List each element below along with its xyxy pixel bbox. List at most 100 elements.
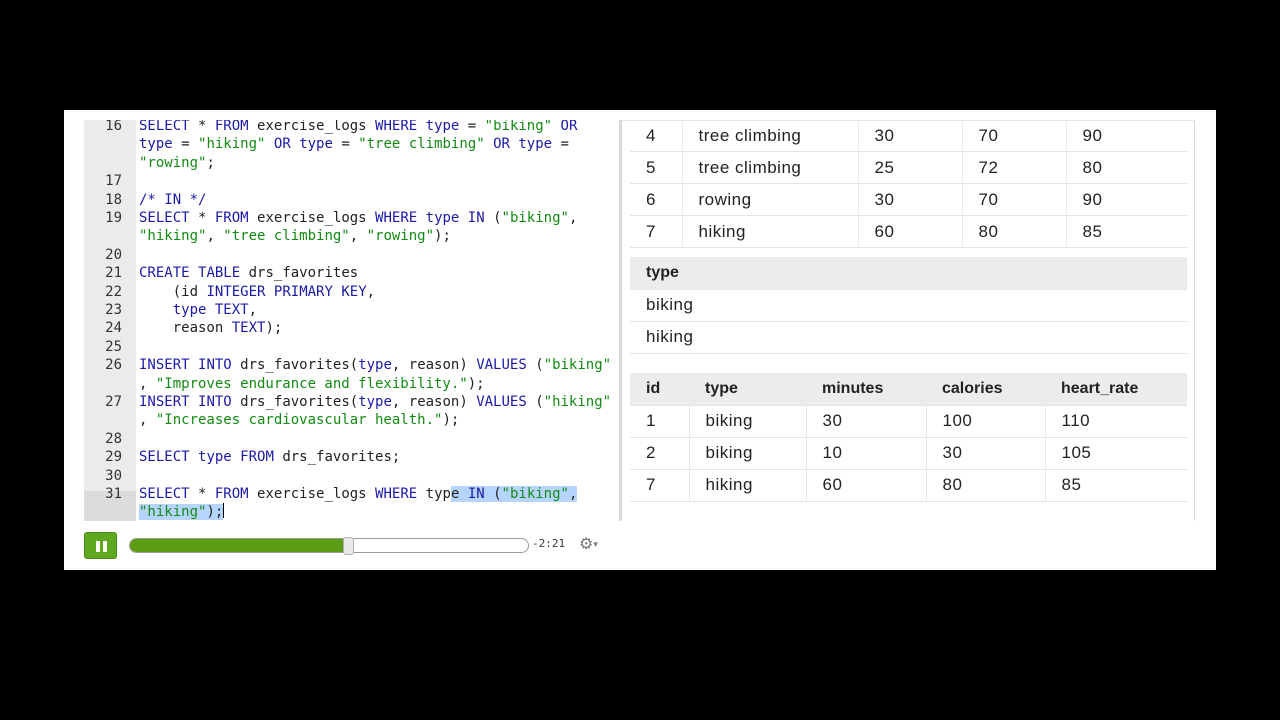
table-cell: 80: [1066, 151, 1187, 184]
code-line[interactable]: type = "hiking" OR type = "tree climbing…: [84, 135, 619, 153]
code-line[interactable]: 31 SELECT * FROM exercise_logs WHERE type…: [84, 485, 619, 503]
code-line[interactable]: 23 type TEXT,: [84, 301, 619, 319]
table-cell: 70: [962, 121, 1067, 152]
table-cell: 72: [962, 151, 1067, 184]
table-cell: 2: [630, 436, 690, 469]
table-row: 2 biking 10 30 105: [630, 436, 1187, 469]
results-table-exercise-logs-all: 4 tree climbing 30 70 90 5 tree climbing 25 72 80…: [630, 121, 1187, 248]
table-cell: 10: [806, 436, 927, 469]
line-number: 23: [105, 302, 122, 318]
line-text: SELECT * FROM exercise_logs WHERE type =…: [139, 120, 578, 134]
column-header-calories: calories: [926, 373, 1045, 405]
line-number: 18: [105, 191, 122, 208]
table-cell: 60: [806, 468, 927, 502]
line-number: 29: [105, 449, 122, 466]
line-text: SELECT * FROM exercise_logs WHERE type I…: [139, 486, 578, 502]
table-cell: tree climbing: [682, 121, 859, 152]
column-header-type: type: [630, 257, 1187, 289]
code-line[interactable]: 27 INSERT INTO drs_favorites(type, reason…: [84, 393, 619, 411]
code-editor[interactable]: 16 SELECT * FROM exercise_logs WHERE type…: [84, 120, 619, 521]
progress-track[interactable]: [129, 538, 529, 553]
line-number: 28: [105, 430, 122, 447]
line-text: SELECT * FROM exercise_logs WHERE type I…: [139, 210, 578, 226]
line-number: 20: [105, 246, 122, 263]
table-row: 7 hiking 60 80 85: [630, 468, 1187, 502]
table-row: 6 rowing 30 70 90: [630, 183, 1187, 216]
code-line[interactable]: 18 /* IN */: [84, 191, 619, 209]
line-number: 16: [105, 120, 122, 134]
table-cell: 7: [630, 468, 690, 502]
table-cell: 85: [1066, 215, 1187, 248]
line-text: CREATE TABLE drs_favorites: [139, 265, 359, 282]
line-text: "hiking", "tree climbing", "rowing");: [139, 228, 451, 245]
table-cell: 6: [630, 183, 683, 216]
code-line[interactable]: "rowing";: [84, 154, 619, 172]
line-number: 22: [105, 283, 122, 300]
results-table-favorites-type: type biking hiking: [630, 257, 1187, 354]
code-line[interactable]: "hiking", "tree climbing", "rowing");: [84, 227, 619, 245]
line-text: INSERT INTO drs_favorites(type, reason) …: [139, 357, 612, 374]
line-number: 19: [105, 210, 122, 226]
table-row: 5 tree climbing 25 72 80: [630, 151, 1187, 184]
line-number: 21: [105, 265, 122, 282]
table-cell: hiking: [682, 215, 859, 248]
line-number: 31: [105, 486, 122, 502]
code-line[interactable]: , "Increases cardiovascular health.");: [84, 411, 619, 429]
line-text: "rowing";: [139, 154, 215, 171]
table-row: biking: [630, 288, 1187, 321]
table-cell: biking: [689, 404, 807, 437]
code-line[interactable]: 21 CREATE TABLE drs_favorites: [84, 264, 619, 282]
progress-thumb[interactable]: [342, 537, 354, 555]
chevron-down-icon: ▾: [593, 539, 598, 549]
line-text: (id INTEGER PRIMARY KEY,: [139, 283, 376, 300]
table-cell: hiking: [689, 468, 807, 502]
table-cell: 80: [962, 215, 1067, 248]
code-line[interactable]: 29 SELECT type FROM drs_favorites;: [84, 448, 619, 466]
code-line[interactable]: 28: [84, 430, 619, 448]
table-cell: biking: [630, 288, 1187, 321]
code-line[interactable]: 19 SELECT * FROM exercise_logs WHERE type…: [84, 209, 619, 227]
table-cell: rowing: [682, 183, 859, 216]
table-cell: 90: [1066, 183, 1187, 216]
gear-icon: ⚙: [579, 536, 594, 553]
results-pane: 4 tree climbing 30 70 90 5 tree climbing 25 72 80…: [622, 120, 1195, 521]
line-number: 26: [105, 357, 122, 374]
table-cell: 100: [926, 404, 1046, 437]
line-text: , "Increases cardiovascular health.");: [139, 412, 460, 429]
table-cell: 7: [630, 215, 683, 248]
table-row: 1 biking 30 100 110: [630, 404, 1187, 437]
line-number: 17: [105, 173, 122, 190]
column-header-minutes: minutes: [806, 373, 926, 405]
code-line[interactable]: 26 INSERT INTO drs_favorites(type, reason…: [84, 356, 619, 374]
code-line[interactable]: 24 reason TEXT);: [84, 319, 619, 337]
table-row: 7 hiking 60 80 85: [630, 215, 1187, 248]
code-line[interactable]: 20: [84, 246, 619, 264]
line-text: type = "hiking" OR type = "tree climbing…: [139, 136, 569, 153]
code-line[interactable]: 25: [84, 338, 619, 356]
table-cell: 60: [858, 215, 963, 248]
settings-button[interactable]: ⚙▾: [579, 534, 598, 554]
table-cell: 30: [806, 404, 927, 437]
pause-button[interactable]: [84, 532, 117, 559]
line-text: /* IN */: [139, 191, 207, 208]
line-number: 30: [105, 467, 122, 484]
table-cell: hiking: [630, 320, 1187, 354]
code-line[interactable]: , "Improves endurance and flexibility.")…: [84, 375, 619, 393]
table-row: 4 tree climbing 30 70 90: [630, 121, 1187, 152]
line-text: reason TEXT);: [172, 320, 283, 337]
time-remaining: -2:21: [532, 537, 566, 550]
table-cell: tree climbing: [682, 151, 859, 184]
code-line[interactable]: 16 SELECT * FROM exercise_logs WHERE type…: [84, 120, 619, 135]
column-header-type: type: [689, 373, 806, 405]
video-frame: 16 SELECT * FROM exercise_logs WHERE type…: [64, 110, 1216, 570]
code-line[interactable]: 22 (id INTEGER PRIMARY KEY,: [84, 283, 619, 301]
line-text: type TEXT,: [172, 302, 258, 318]
code-line[interactable]: "hiking");: [84, 503, 619, 521]
table-cell: 70: [962, 183, 1067, 216]
table-cell: 90: [1066, 121, 1187, 152]
code-line[interactable]: 30: [84, 467, 619, 485]
code-line[interactable]: 17: [84, 172, 619, 190]
table-cell: 1: [630, 404, 690, 437]
table-cell: 5: [630, 151, 683, 184]
text-cursor: [223, 503, 225, 519]
